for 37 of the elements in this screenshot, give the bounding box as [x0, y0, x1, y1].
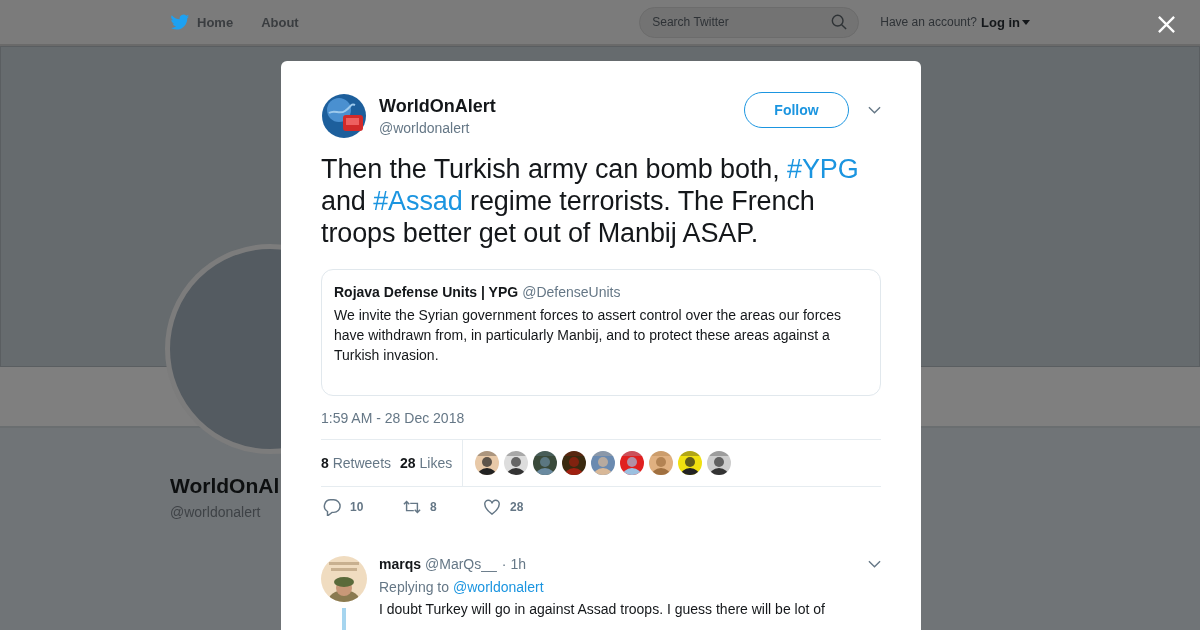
retweet-button[interactable]: 8 [401, 498, 481, 516]
quoted-tweet[interactable] [321, 269, 881, 396]
retweet-icon [403, 498, 421, 516]
caret-icon [1022, 19, 1030, 25]
hashtag-link[interactable]: #YPG [787, 154, 859, 184]
quoted-author-name: Rojava Defense Units | YPG [334, 284, 519, 300]
profile-name: WorldOnAl [170, 474, 280, 498]
login-link[interactable]: Log in [981, 14, 1030, 30]
tweet-text: Then the Turkish army can bomb both, #YPG and #Assad regime terrorists. The French troops better get out of Manbij ASAP. [321, 153, 860, 249]
like-button[interactable]: 28 [481, 498, 561, 516]
globe-avatar-icon[interactable] [321, 93, 367, 139]
close-icon[interactable] [1157, 15, 1176, 34]
tweet-timestamp: 1:59 AM - 28 Dec 2018 [321, 410, 466, 426]
replying-to-label: Replying to [379, 579, 450, 595]
reply-text: I doubt Turkey will go in against Assad troops. I guess there will be lot of [379, 601, 826, 617]
stat-link[interactable]: 8 Retweets [321, 455, 392, 471]
caret-icon[interactable] [868, 560, 881, 568]
reply-author-name[interactable]: marqs [379, 556, 422, 572]
speech-bubble-icon [323, 498, 341, 516]
hashtag-link[interactable]: #Assad [373, 186, 463, 216]
author-name[interactable]: WorldOnAlert [379, 96, 744, 117]
account-prompt: Have an account? [880, 15, 977, 29]
author-handle[interactable]: @worldonalert [379, 120, 744, 136]
quoted-tweet-text: We invite the Syrian government forces to assert control over the areas our forces have withdrawn from, in particularly Manbij, and to protect these areas against a Turkish invasion. [334, 306, 843, 365]
reply-time[interactable]: · 1h [501, 556, 526, 572]
stat-link[interactable]: 28 Likes [400, 455, 453, 471]
reply-author-handle[interactable]: @MarQs__ [425, 556, 497, 572]
heart-icon [483, 498, 501, 516]
quoted-author-handle: @DefenseUnits [522, 284, 621, 300]
mention-link[interactable]: @worldonalert [453, 579, 544, 595]
follow-button[interactable]: Follow [744, 92, 849, 128]
home-link[interactable]: Home [170, 13, 234, 31]
about-link[interactable]: About [261, 14, 299, 30]
search-field[interactable]: Search Twitter [639, 6, 860, 38]
caret-icon[interactable] [868, 106, 881, 114]
search-icon [831, 13, 848, 30]
reply-button[interactable]: 10 [321, 498, 401, 516]
